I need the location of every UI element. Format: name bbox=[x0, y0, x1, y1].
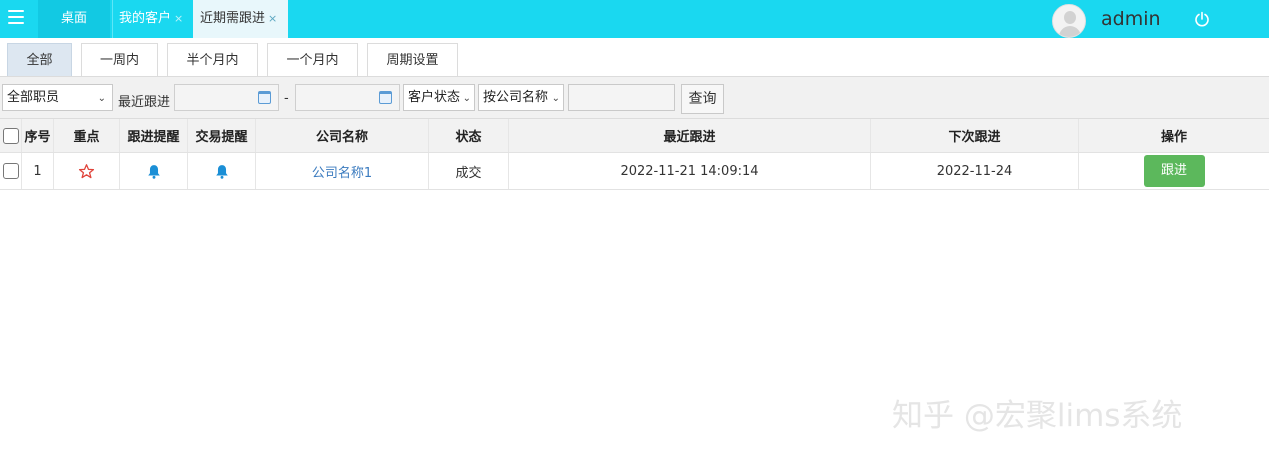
period-tab-week[interactable]: 一周内 bbox=[81, 43, 158, 76]
follow-button[interactable]: 跟进 bbox=[1143, 155, 1205, 187]
period-tab-half-month[interactable]: 半个月内 bbox=[167, 43, 258, 76]
date-end-input[interactable] bbox=[295, 84, 400, 111]
bell-icon[interactable] bbox=[215, 164, 229, 179]
period-tab-all[interactable]: 全部 bbox=[7, 43, 72, 76]
bell-icon[interactable] bbox=[147, 164, 161, 179]
col-status: 状态 bbox=[429, 119, 509, 152]
row-follow-remind-cell bbox=[120, 153, 188, 189]
recent-follow-label: 最近跟进 bbox=[118, 95, 171, 110]
row-key-cell bbox=[54, 153, 120, 189]
row-last-follow: 2022-11-21 14:09:14 bbox=[509, 153, 871, 189]
period-tab-month[interactable]: 一个月内 bbox=[267, 43, 358, 76]
row-company-cell: 公司名称1 bbox=[256, 153, 429, 189]
tab-recent-follow-label: 近期需跟进 bbox=[200, 11, 266, 26]
username[interactable]: admin bbox=[1101, 8, 1161, 30]
employee-select-value: 全部职员 bbox=[7, 90, 60, 105]
row-action-cell: 跟进 bbox=[1079, 153, 1269, 189]
chevron-down-icon: ⌄ bbox=[462, 93, 471, 104]
table-header: 序号 重点 跟进提醒 交易提醒 公司名称 状态 最近跟进 下次跟进 操作 bbox=[0, 119, 1269, 153]
star-icon[interactable] bbox=[78, 163, 95, 180]
col-company: 公司名称 bbox=[256, 119, 429, 152]
table-row: 1 公司名称1 成交 2022-11-21 14:09:14 2022-11-2… bbox=[0, 153, 1269, 190]
row-index: 1 bbox=[22, 153, 54, 189]
tab-desktop[interactable]: 桌面 bbox=[38, 0, 110, 38]
col-index: 序号 bbox=[22, 119, 54, 152]
customer-status-select[interactable]: 客户状态 ⌄ bbox=[403, 84, 475, 111]
watermark: 知乎 @宏聚lims系统 bbox=[892, 398, 1183, 434]
tab-recent-follow[interactable]: 近期需跟进 × bbox=[193, 0, 288, 38]
employee-select[interactable]: 全部职员 ⌄ bbox=[2, 84, 113, 111]
power-icon[interactable] bbox=[1194, 11, 1210, 27]
chevron-down-icon: ⌄ bbox=[97, 93, 106, 104]
menu-icon[interactable] bbox=[8, 10, 24, 26]
calendar-icon[interactable] bbox=[379, 91, 392, 104]
company-link[interactable]: 公司名称1 bbox=[312, 162, 372, 181]
avatar-icon[interactable] bbox=[1052, 4, 1086, 38]
tab-desktop-label: 桌面 bbox=[60, 11, 87, 26]
row-checkbox[interactable] bbox=[2, 163, 19, 179]
row-next-follow: 2022-11-24 bbox=[871, 153, 1079, 189]
select-all-checkbox[interactable] bbox=[2, 127, 19, 144]
col-deal-remind: 交易提醒 bbox=[188, 119, 256, 152]
tab-my-customers[interactable]: 我的客户 × bbox=[112, 0, 190, 38]
select-all-cell bbox=[0, 119, 22, 152]
filter-bar: 全部职员 ⌄ 最近跟进 - 客户状态 ⌄ 按公司名称 ⌄ 查询 bbox=[0, 76, 1269, 119]
close-icon[interactable]: × bbox=[268, 12, 277, 25]
col-key: 重点 bbox=[54, 119, 120, 152]
company-search-type-select[interactable]: 按公司名称 ⌄ bbox=[478, 84, 564, 111]
period-tab-settings[interactable]: 周期设置 bbox=[367, 43, 458, 76]
col-last-follow: 最近跟进 bbox=[509, 119, 871, 152]
search-input[interactable] bbox=[568, 84, 675, 111]
col-action: 操作 bbox=[1160, 130, 1187, 145]
close-icon[interactable]: × bbox=[174, 12, 183, 25]
top-bar: 桌面 我的客户 × 近期需跟进 × admin bbox=[0, 0, 1269, 38]
date-separator: - bbox=[284, 91, 289, 106]
calendar-icon[interactable] bbox=[258, 91, 271, 104]
date-start-input[interactable] bbox=[174, 84, 279, 111]
row-select-cell bbox=[0, 153, 22, 189]
query-button[interactable]: 查询 bbox=[681, 84, 724, 114]
row-deal-remind-cell bbox=[188, 153, 256, 189]
company-search-type-value: 按公司名称 bbox=[483, 90, 549, 105]
tab-my-customers-label: 我的客户 bbox=[119, 11, 172, 26]
col-next-follow: 下次跟进 bbox=[871, 119, 1079, 152]
col-follow-remind: 跟进提醒 bbox=[120, 119, 188, 152]
row-status: 成交 bbox=[429, 153, 509, 189]
customer-status-value: 客户状态 bbox=[408, 90, 461, 105]
chevron-down-icon: ⌄ bbox=[551, 93, 560, 104]
